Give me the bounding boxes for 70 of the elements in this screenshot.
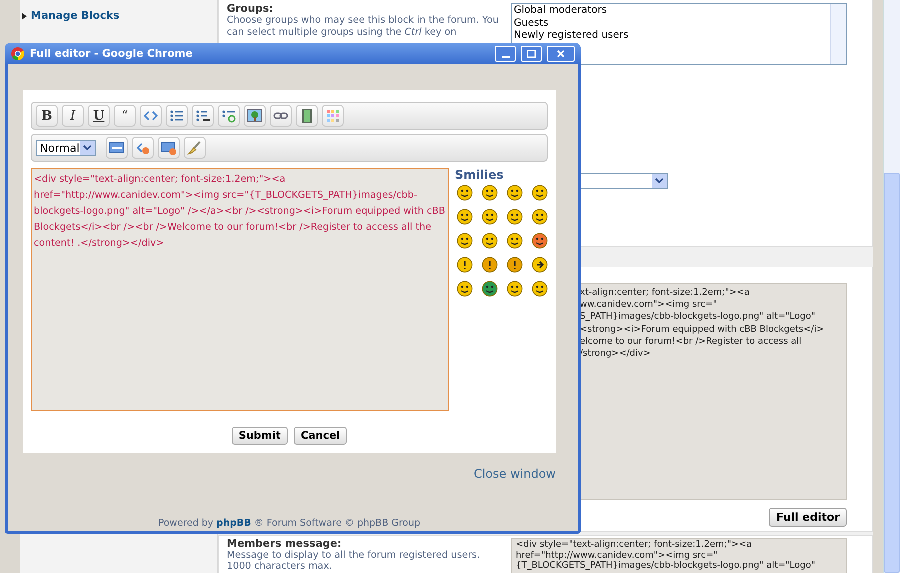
bullet-list-icon [169, 108, 185, 124]
format-button[interactable]: I [62, 105, 84, 127]
emoticon-icon[interactable] [507, 185, 523, 201]
list-option[interactable]: Global moderators [514, 5, 828, 18]
full-editor-button[interactable]: Full editor [769, 508, 847, 527]
color-palette-icon [325, 108, 341, 124]
emoticon-icon[interactable] [457, 233, 473, 249]
toolbar-button[interactable] [270, 105, 292, 127]
scrollbar[interactable] [883, 0, 900, 573]
emoticon-icon[interactable] [482, 257, 498, 273]
maximize-button[interactable] [521, 46, 542, 62]
film-strip-icon [299, 108, 315, 124]
format-button[interactable]: “ [114, 105, 136, 127]
code-editor[interactable]: <div style="text-align:center; font-size:1.2em;"><a href="http://www.canidev.com"><img src="{T_BLOCKGETS_PATH}images/cbb-blockgets-logo.png" alt="Logo" /></a><br /><strong><i>Forum equipped with cBB Blockgets</i><br /><br />Welcome to our forum!<br />Register to access all the content! .</strong></div> [31, 168, 449, 411]
footer-text: ® Forum Software © phpBB Group [254, 518, 421, 529]
form-button[interactable]: Cancel [294, 427, 348, 445]
numbered-list-icon [195, 108, 211, 124]
emoticon-icon[interactable] [457, 257, 473, 273]
toolbar-button[interactable] [158, 137, 180, 159]
close-button[interactable] [547, 46, 575, 62]
html-remove-icon [161, 140, 177, 156]
field-description: Choose groups who may see this block in the forum. You can select multiple groups using the Ctrl key on [227, 15, 500, 39]
groups-listbox[interactable]: Global moderators Guests Newly registered users [511, 3, 847, 65]
minimize-button[interactable] [495, 46, 516, 62]
message-textarea[interactable]: <div style="text-align:center; font-size:1.2em;"><a href="http://www.canidev.com"><img src=" {T_BLOCKGETS_PATH}images/cbb-blockgets-logo.png" alt="Logo" [511, 538, 847, 573]
emoticon-icon[interactable] [482, 185, 498, 201]
emoticon-icon[interactable] [507, 233, 523, 249]
emoticon-icon[interactable] [532, 185, 548, 201]
emoticon-icon[interactable] [507, 209, 523, 225]
sidebar-link[interactable]: Manage Blocks [22, 10, 217, 22]
form-button[interactable]: Submit [232, 427, 288, 445]
scrollbar[interactable] [830, 4, 846, 64]
toolbar-button[interactable] [106, 137, 128, 159]
emoticon-icon[interactable] [507, 281, 523, 297]
emoticon-icon[interactable] [532, 281, 548, 297]
toolbar-button[interactable] [296, 105, 318, 127]
bullet-icon [22, 12, 27, 20]
emoticon-icon[interactable] [482, 281, 498, 297]
close-icon [557, 50, 565, 58]
list-option[interactable]: Guests [514, 18, 828, 30]
emoticon-icon[interactable] [457, 185, 473, 201]
font-size-select[interactable]: Normal [36, 140, 96, 156]
toolbar-button[interactable] [244, 105, 266, 127]
html-icon [109, 140, 125, 156]
emoticon-icon[interactable] [532, 233, 548, 249]
emoticon-icon[interactable] [532, 209, 548, 225]
emoticon-icon[interactable] [507, 257, 523, 273]
emoticon-icon[interactable] [482, 209, 498, 225]
emoticon-icon[interactable] [532, 257, 548, 273]
image-icon [247, 108, 263, 124]
field-label: Members message: [227, 538, 343, 550]
window-title: Full editor - Google Chrome [30, 48, 194, 60]
footer-link[interactable]: phpBB [216, 518, 252, 529]
smilies-title: Smilies [455, 168, 505, 182]
format-button[interactable]: B [36, 105, 58, 127]
format-button[interactable]: U [88, 105, 110, 127]
emoticon-icon[interactable] [457, 281, 473, 297]
field-description: Message to display to all the forum registered users. 1000 characters max. [227, 550, 482, 572]
field-label: Groups: [227, 3, 274, 15]
emoticon-icon[interactable] [457, 209, 473, 225]
minimize-icon [502, 56, 510, 58]
list-item-icon [221, 108, 237, 124]
toolbar-button[interactable] [192, 105, 214, 127]
caret-icon [655, 178, 664, 184]
browser-logo-icon [11, 46, 25, 60]
footer-text: Powered by [158, 518, 214, 529]
list-option[interactable]: Newly registered users [514, 30, 828, 42]
caret-icon [83, 145, 92, 151]
emoticon-icon[interactable] [482, 233, 498, 249]
maximize-icon [527, 50, 536, 58]
